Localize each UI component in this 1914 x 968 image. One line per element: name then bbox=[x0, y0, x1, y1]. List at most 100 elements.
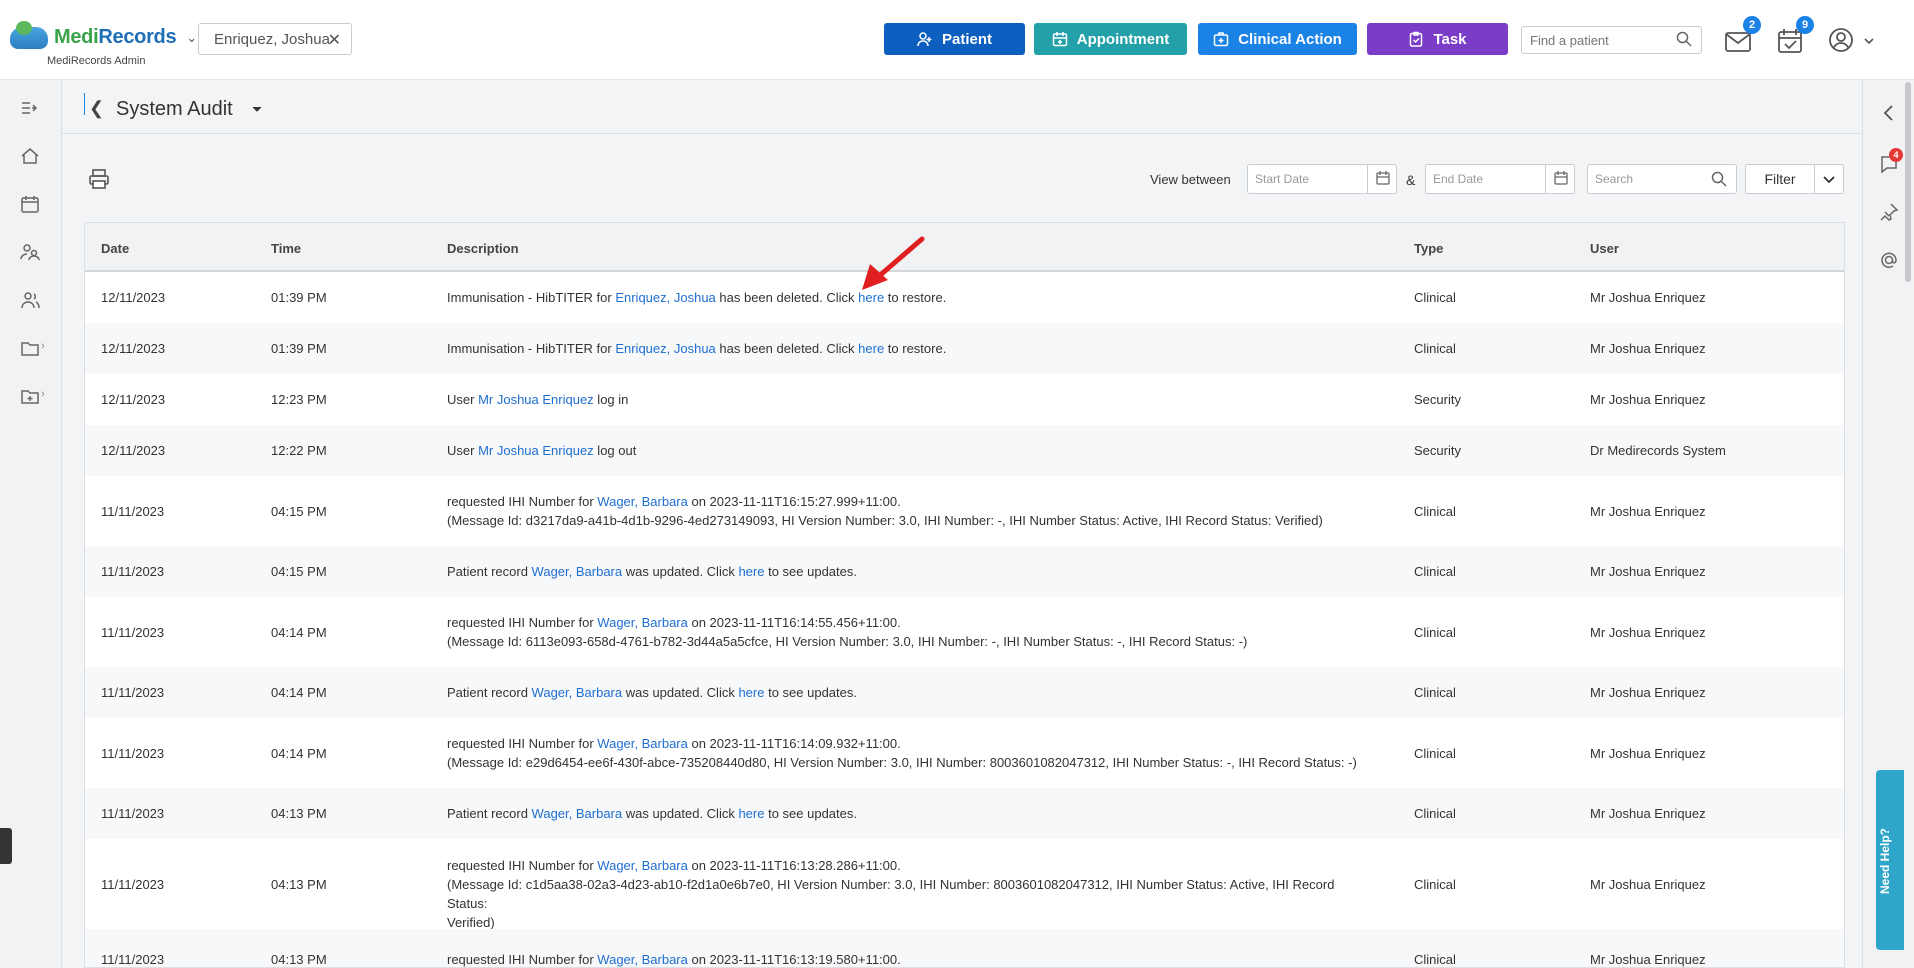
selected-patient-chip[interactable]: Enriquez, Joshua ✕ bbox=[198, 23, 352, 55]
end-date-calendar-icon[interactable] bbox=[1545, 164, 1575, 194]
expand-menu-icon[interactable] bbox=[20, 98, 40, 118]
cell-time: 04:13 PM bbox=[271, 877, 327, 892]
selected-patient-name: Enriquez, Joshua bbox=[214, 30, 330, 48]
cell-time: 04:14 PM bbox=[271, 685, 327, 700]
column-header-date[interactable]: Date bbox=[101, 241, 129, 256]
description-text: has been deleted. Click bbox=[715, 341, 859, 356]
chevron-right-icon: › bbox=[41, 340, 45, 352]
cell-type: Clinical bbox=[1414, 564, 1456, 579]
chevron-down-icon[interactable] bbox=[252, 104, 262, 114]
record-link[interactable]: Mr Joshua Enriquez bbox=[478, 392, 594, 407]
description-text: on 2023-11-11T16:14:55.456+11:00. bbox=[687, 615, 901, 630]
column-header-user[interactable]: User bbox=[1590, 241, 1619, 256]
filter-button[interactable]: Filter bbox=[1745, 164, 1844, 194]
folder-add-icon[interactable] bbox=[20, 386, 40, 406]
here-link[interactable]: here bbox=[738, 685, 764, 700]
here-link[interactable]: here bbox=[738, 806, 764, 821]
description-text: to see updates. bbox=[764, 685, 857, 700]
need-help-label: Need Help? bbox=[1878, 827, 1892, 894]
column-header-type[interactable]: Type bbox=[1414, 241, 1443, 256]
clinical-action-button[interactable]: Clinical Action bbox=[1198, 23, 1357, 55]
description-text: (Message Id: 6113e093-658d-4761-b782-3d4… bbox=[447, 634, 1248, 649]
record-link[interactable]: Wager, Barbara bbox=[532, 564, 623, 579]
search-icon[interactable] bbox=[1676, 31, 1692, 47]
cell-time: 04:13 PM bbox=[271, 952, 327, 967]
search-icon[interactable] bbox=[1711, 171, 1727, 187]
cell-time: 04:15 PM bbox=[271, 504, 327, 519]
find-patient-input[interactable] bbox=[1521, 26, 1702, 54]
calendar-icon[interactable] bbox=[20, 194, 40, 214]
patients-icon[interactable] bbox=[20, 242, 40, 262]
cell-user: Mr Joshua Enriquez bbox=[1590, 504, 1706, 519]
new-task-button[interactable]: Task bbox=[1367, 23, 1508, 55]
cell-date: 11/11/2023 bbox=[101, 625, 165, 640]
column-header-time[interactable]: Time bbox=[271, 241, 301, 256]
start-date-calendar-icon[interactable] bbox=[1367, 164, 1397, 194]
description-text: log in bbox=[593, 392, 629, 407]
tasks-button[interactable]: 9 bbox=[1777, 16, 1814, 54]
cell-date: 12/11/2023 bbox=[101, 443, 166, 458]
cell-type: Clinical bbox=[1414, 806, 1456, 821]
app-logo[interactable]: MediRecords ⌄ bbox=[10, 20, 197, 49]
cell-type: Clinical bbox=[1414, 952, 1456, 967]
description-text: on 2023-11-11T16:13:19.580+11:00. bbox=[687, 952, 901, 967]
print-icon[interactable] bbox=[88, 168, 110, 190]
tasks-badge: 9 bbox=[1796, 16, 1814, 34]
chevron-down-icon bbox=[1864, 38, 1874, 45]
description-text: to see updates. bbox=[764, 564, 857, 579]
cell-date: 11/11/2023 bbox=[101, 806, 165, 821]
page-scrollbar[interactable] bbox=[1905, 82, 1911, 282]
description-text: to see updates. bbox=[764, 806, 857, 821]
description-text: requested IHI Number for bbox=[447, 615, 598, 630]
cell-user: Mr Joshua Enriquez bbox=[1590, 952, 1706, 967]
record-link[interactable]: Mr Joshua Enriquez bbox=[478, 443, 594, 458]
record-link[interactable]: Wager, Barbara bbox=[597, 858, 688, 873]
chevron-left-icon[interactable] bbox=[1881, 104, 1895, 122]
need-help-tab[interactable]: Need Help? bbox=[1876, 770, 1904, 950]
description-text: requested IHI Number for bbox=[447, 736, 598, 751]
record-link[interactable]: Wager, Barbara bbox=[597, 494, 688, 509]
cell-description: User Mr Joshua Enriquez log in bbox=[447, 390, 1377, 409]
description-text: on 2023-11-11T16:15:27.999+11:00. bbox=[687, 494, 901, 509]
column-header-description[interactable]: Description bbox=[447, 241, 519, 256]
header-accent-line bbox=[84, 93, 85, 115]
table-row: 11/11/2023 04:14 PM requested IHI Number f… bbox=[85, 597, 1844, 667]
description-text: requested IHI Number for bbox=[447, 494, 598, 509]
record-link[interactable]: Enriquez, Joshua bbox=[615, 341, 715, 356]
record-link[interactable]: Wager, Barbara bbox=[532, 806, 623, 821]
chevron-down-icon[interactable] bbox=[1822, 175, 1836, 185]
annotation-arrow bbox=[862, 236, 925, 290]
record-link[interactable]: Wager, Barbara bbox=[597, 615, 688, 630]
table-row: 11/11/2023 04:13 PM requested IHI Number f… bbox=[85, 929, 1844, 967]
back-arrow-icon[interactable]: ❮ bbox=[89, 98, 104, 119]
cell-date: 12/11/2023 bbox=[101, 290, 166, 305]
calendar-icon bbox=[1376, 171, 1390, 185]
record-link[interactable]: Wager, Barbara bbox=[532, 685, 623, 700]
new-appointment-button[interactable]: Appointment bbox=[1034, 23, 1187, 55]
new-appointment-label: Appointment bbox=[1076, 30, 1170, 48]
user-menu[interactable] bbox=[1828, 26, 1876, 54]
feedback-tab[interactable] bbox=[0, 828, 12, 864]
record-link[interactable]: Enriquez, Joshua bbox=[615, 290, 715, 305]
calendar-icon bbox=[1554, 171, 1568, 185]
messages-button[interactable]: 2 bbox=[1724, 16, 1761, 54]
folder-icon[interactable] bbox=[20, 338, 40, 358]
here-link[interactable]: here bbox=[858, 341, 884, 356]
chevron-down-icon[interactable]: ⌄ bbox=[186, 30, 197, 46]
cell-date: 12/11/2023 bbox=[101, 392, 166, 407]
new-patient-button[interactable]: Patient bbox=[884, 23, 1025, 55]
cell-type: Clinical bbox=[1414, 877, 1456, 892]
record-link[interactable]: Wager, Barbara bbox=[597, 736, 688, 751]
here-link[interactable]: here bbox=[738, 564, 764, 579]
cell-description: User Mr Joshua Enriquez log out bbox=[447, 441, 1377, 460]
cell-time: 04:14 PM bbox=[271, 746, 327, 761]
at-mention-icon[interactable] bbox=[1879, 250, 1899, 270]
description-text: User bbox=[447, 443, 479, 458]
table-row: 12/11/2023 12:22 PM User Mr Joshua Enrique… bbox=[85, 425, 1844, 476]
pin-icon[interactable] bbox=[1879, 202, 1899, 222]
filter-divider bbox=[1814, 165, 1815, 193]
home-icon[interactable] bbox=[20, 146, 40, 166]
contacts-icon[interactable] bbox=[20, 290, 40, 310]
record-link[interactable]: Wager, Barbara bbox=[597, 952, 688, 967]
close-icon[interactable]: ✕ bbox=[328, 30, 341, 50]
